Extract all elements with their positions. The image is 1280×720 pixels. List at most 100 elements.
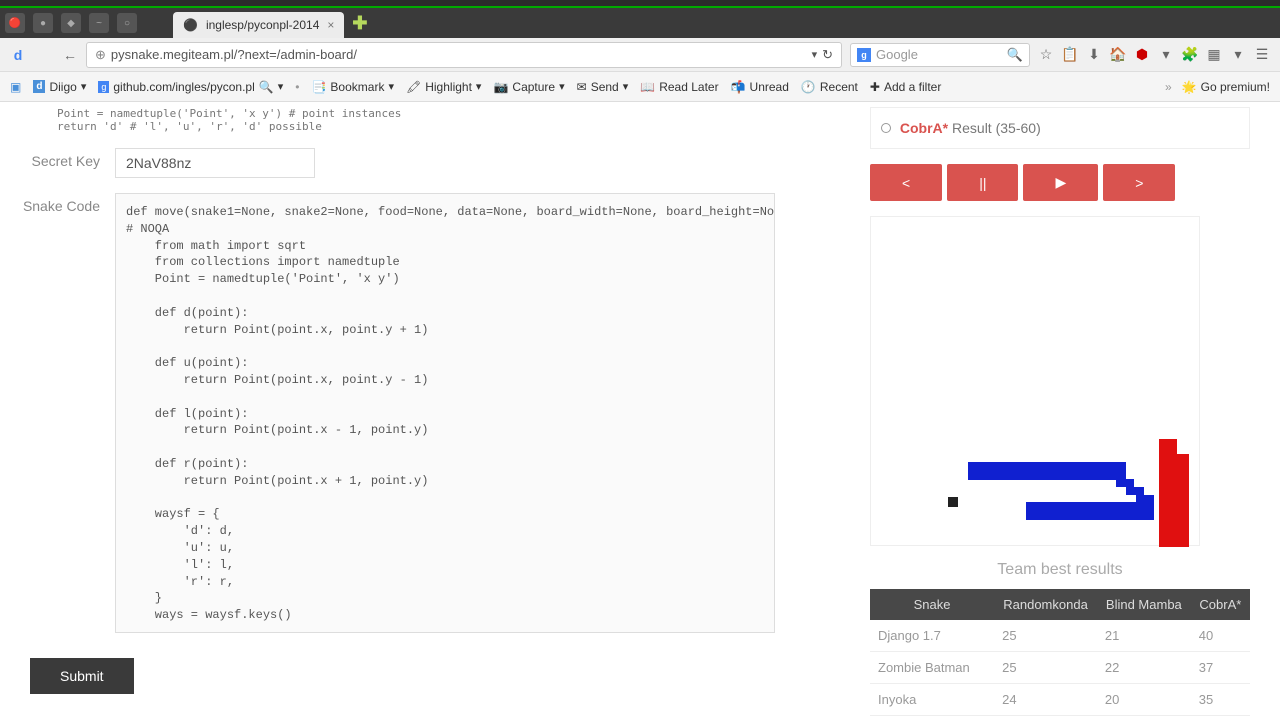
table-cell: 25 (994, 652, 1097, 684)
table-cell: 24 (994, 684, 1097, 716)
search-icon[interactable]: 🔍 (1007, 47, 1023, 63)
search-placeholder: Google (876, 47, 918, 62)
game-pixel (1159, 454, 1189, 547)
table-cell: 20 (1097, 684, 1191, 716)
right-panel: CobrA* Result (35-60) < || ▶ > Team best… (860, 102, 1280, 720)
search-input[interactable]: g Google 🔍 (850, 43, 1030, 67)
tab-favicon: ⚫ (183, 18, 198, 32)
results-title: Team best results (870, 561, 1250, 579)
table-cell: 32 (1191, 716, 1250, 720)
pause-button[interactable]: || (947, 164, 1018, 201)
bookmark-button[interactable]: 📑 Bookmark ▾ (311, 80, 394, 94)
bookmark-star-icon[interactable]: ☆ (1038, 47, 1054, 63)
diigo-button[interactable]: d Diigo ▾ (33, 80, 86, 94)
bookmark-toolbar: ▣ d Diigo ▾ g github.com/ingles/pycon.pl… (0, 72, 1280, 102)
table-row: Inyoka242035 (870, 684, 1250, 716)
dropdown-icon[interactable]: ▾ (812, 48, 818, 61)
table-row: Django 1.7252140 (870, 620, 1250, 652)
premium-button[interactable]: 🌟 Go premium! (1182, 80, 1270, 94)
table-cell: 31 (994, 716, 1097, 720)
game-pixel (1136, 495, 1154, 505)
play-button[interactable]: ▶ (1023, 164, 1098, 201)
os-taskbar (0, 0, 1280, 8)
secret-key-label: Secret Key (15, 148, 100, 169)
add-filter-button[interactable]: ✚ Add a filter (870, 80, 941, 94)
table-cell: 22 (1097, 652, 1191, 684)
dropdown-icon[interactable]: ▾ (1158, 47, 1174, 63)
menu-icon[interactable]: ☰ (1254, 47, 1270, 63)
table-cell: Zombie Batman (870, 652, 994, 684)
url-input[interactable]: ⊕ pysnake.megiteam.pl/?next=/admin-board… (86, 42, 842, 68)
unread-button[interactable]: 📬 Unread (731, 80, 789, 94)
taskbar-icon[interactable]: ○ (117, 13, 137, 33)
table-header: Randomkonda (994, 589, 1097, 620)
table-cell: Inyoka (870, 684, 994, 716)
extension-icon[interactable]: 🧩 (1182, 47, 1198, 63)
game-board (870, 216, 1200, 546)
table-header: CobrA* (1191, 589, 1250, 620)
radio-icon[interactable] (881, 123, 891, 133)
table-header: Snake (870, 589, 994, 620)
secret-key-input[interactable] (115, 148, 315, 178)
sidebar-toggle[interactable]: ▣ (10, 80, 21, 94)
extension-icon[interactable]: ▦ (1206, 47, 1222, 63)
tab-close-icon[interactable]: × (327, 18, 334, 32)
table-cell: Django 1.7 (870, 620, 994, 652)
table-cell: 25 (994, 620, 1097, 652)
page-content: Point = namedtuple('Point', 'x y') # poi… (0, 102, 1280, 720)
table-row: Zombie Batman252237 (870, 652, 1250, 684)
reload-icon[interactable]: ↻ (822, 47, 833, 63)
recent-button[interactable]: 🕐 Recent (801, 80, 858, 94)
url-text: pysnake.megiteam.pl/?next=/admin-board/ (111, 47, 807, 62)
google-icon: g (857, 48, 871, 62)
submit-button[interactable]: Submit (30, 658, 134, 694)
left-panel: Point = namedtuple('Point', 'x y') # poi… (0, 102, 860, 720)
snake-code-label: Snake Code (15, 193, 100, 214)
back-button[interactable]: ← (62, 47, 78, 63)
result-item[interactable]: CobrA* Result (35-60) (881, 118, 1239, 138)
result-card: CobrA* Result (35-60) (870, 107, 1250, 149)
read-later-button[interactable]: 📖 Read Later (640, 80, 718, 94)
table-cell: Szatan Serduszko (870, 716, 994, 720)
capture-button[interactable]: 📷 Capture ▾ (493, 80, 564, 94)
table-cell: 40 (1191, 620, 1250, 652)
taskbar-icon[interactable]: ◆ (61, 13, 81, 33)
adblock-icon[interactable]: ⬢ (1134, 47, 1150, 63)
table-cell: 23 (1097, 716, 1191, 720)
game-pixel (968, 462, 1126, 480)
tab-title: inglesp/pyconpl-2014 (206, 18, 319, 32)
dropdown-icon[interactable]: ▾ (1230, 47, 1246, 63)
game-pixel (1126, 487, 1144, 495)
game-pixel (1026, 502, 1154, 520)
table-cell: 35 (1191, 684, 1250, 716)
send-button[interactable]: ✉ Send ▾ (577, 80, 629, 94)
next-button[interactable]: > (1103, 164, 1175, 201)
search-icon: 🔍 (259, 80, 274, 94)
taskbar-icon[interactable]: ● (33, 13, 53, 33)
game-pixel (948, 497, 958, 507)
code-hint: Point = namedtuple('Point', 'x y') # poi… (57, 107, 845, 133)
new-tab-button[interactable]: ✚ (352, 13, 367, 34)
taskbar-icon[interactable]: 🔴 (5, 13, 25, 33)
url-bar: d ← ⊕ pysnake.megiteam.pl/?next=/admin-b… (0, 38, 1280, 72)
github-link[interactable]: g github.com/ingles/pycon.pl 🔍 ▾ (98, 80, 283, 94)
results-table: SnakeRandomkondaBlind MambaCobrA* Django… (870, 589, 1250, 720)
app-menu-icon[interactable]: d (10, 47, 26, 63)
prev-button[interactable]: < (870, 164, 942, 201)
highlight-button[interactable]: 🖍 Highlight ▾ (406, 80, 481, 94)
game-pixel (1159, 439, 1177, 455)
home-icon[interactable]: 🏠 (1110, 47, 1126, 63)
browser-tab[interactable]: ⚫ inglesp/pyconpl-2014 × (173, 12, 344, 38)
download-icon[interactable]: ⬇ (1086, 47, 1102, 63)
site-identity-icon: ⊕ (95, 47, 106, 63)
browser-tab-bar: 🔴 ● ◆ ~ ○ ⚫ inglesp/pyconpl-2014 × ✚ (0, 8, 1280, 38)
playback-controls: < || ▶ > (870, 164, 1250, 201)
game-pixel (1116, 479, 1134, 487)
table-header: Blind Mamba (1097, 589, 1191, 620)
taskbar-icon[interactable]: ~ (89, 13, 109, 33)
table-cell: 21 (1097, 620, 1191, 652)
code-editor[interactable]: def move(snake1=None, snake2=None, food=… (115, 193, 775, 633)
table-row: Szatan Serduszko312332 (870, 716, 1250, 720)
clipboard-icon[interactable]: 📋 (1062, 47, 1078, 63)
table-cell: 37 (1191, 652, 1250, 684)
